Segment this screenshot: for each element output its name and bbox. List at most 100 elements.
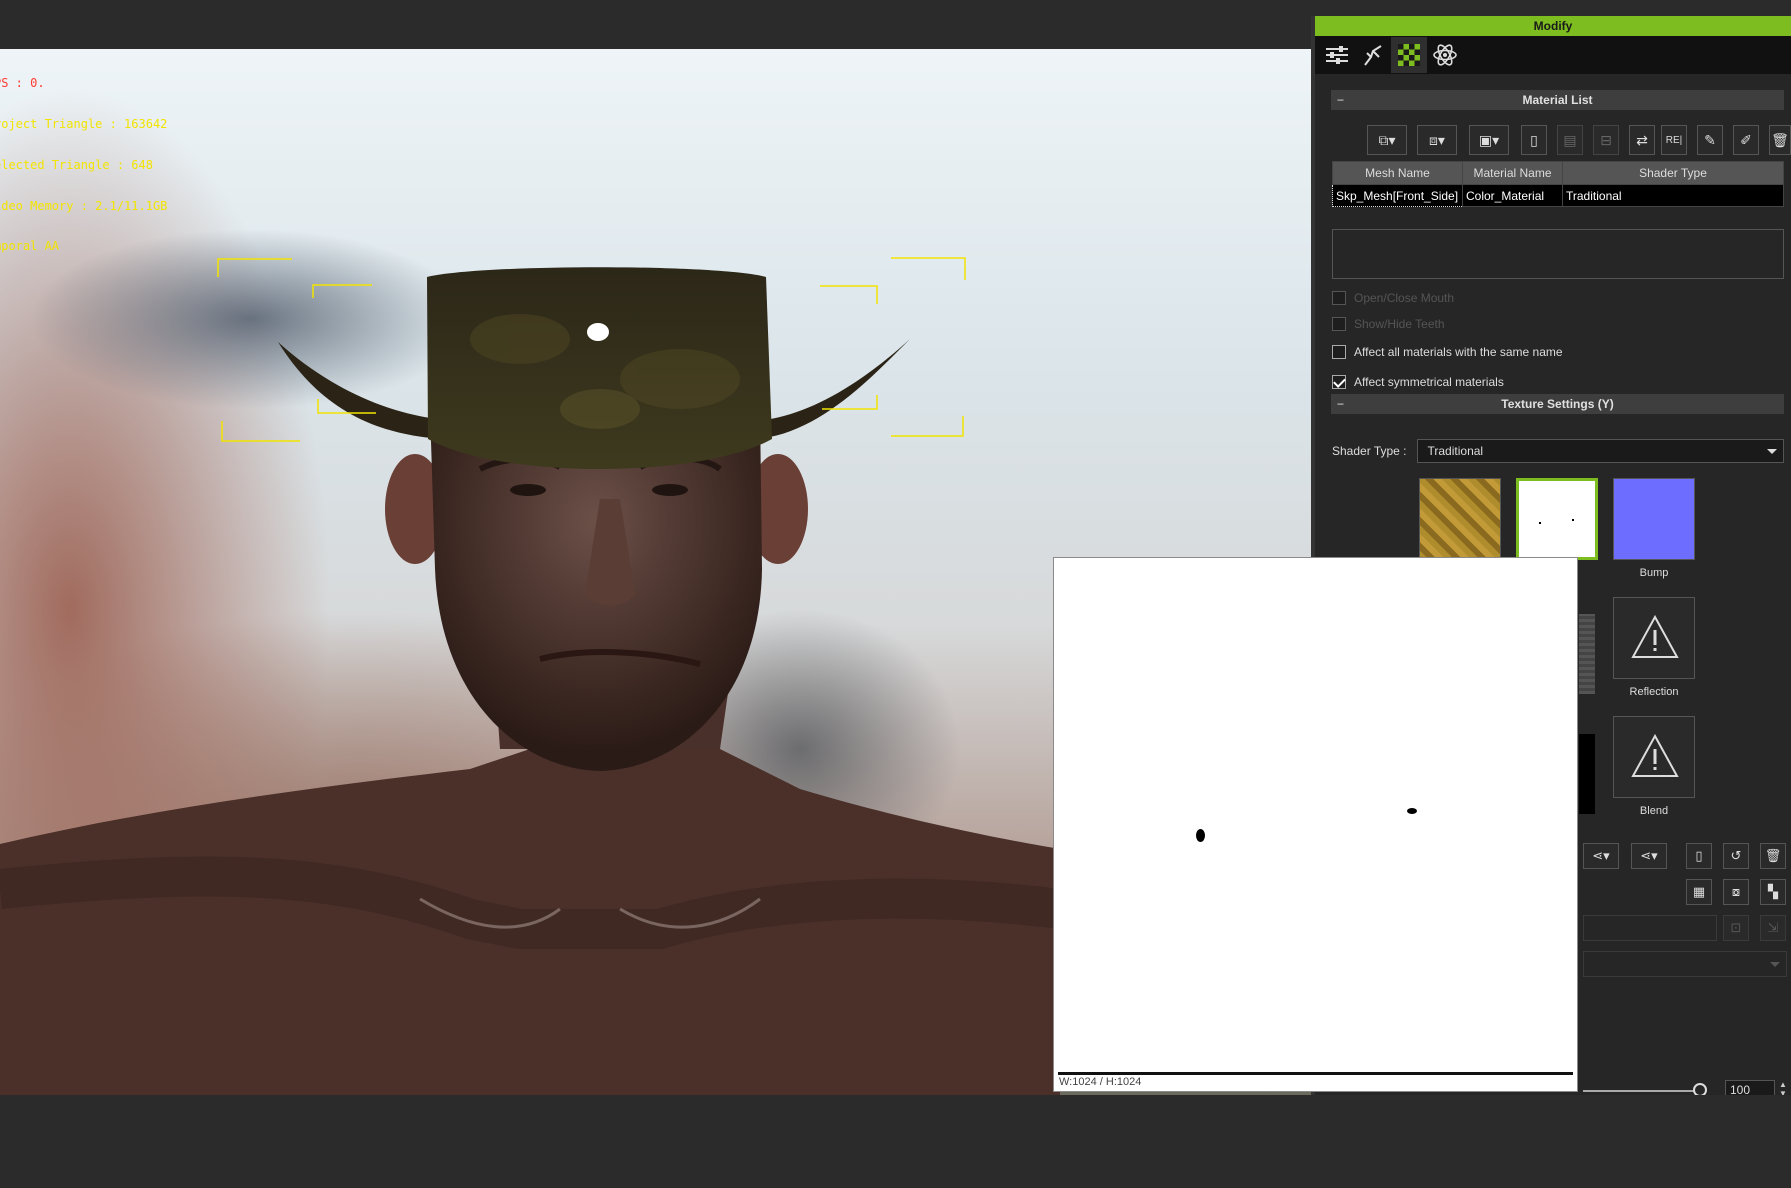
video-memory-readout: ideo Memory : 2.1/11.1GB — [0, 198, 168, 213]
document-icon: ▯ — [1695, 848, 1703, 863]
material-list-header[interactable]: − Material List — [1331, 90, 1784, 110]
blend-texture-slot[interactable] — [1613, 716, 1695, 798]
mesh-name-cell[interactable]: Skp_Mesh[Front_Side] — [1332, 184, 1463, 207]
swap-icon: ⇄ — [1636, 131, 1648, 148]
channel-dropdown[interactable] — [1583, 951, 1787, 977]
glow-slot-edge — [1579, 734, 1595, 814]
material-table-empty-area — [1332, 229, 1784, 279]
affect-same-name-label: Affect all materials with the same name — [1354, 345, 1563, 359]
panel-tab-bar — [1315, 36, 1791, 74]
chevron-down-icon — [1770, 962, 1780, 967]
import-button[interactable]: ⇲ — [1760, 915, 1786, 941]
eyedropper-icon: ✎ — [1704, 131, 1716, 148]
share-icon: ⋖▾ — [1592, 848, 1610, 863]
preview-divider — [1058, 1072, 1573, 1075]
share-dropdown-button[interactable]: ⋖▾ — [1583, 843, 1619, 869]
tab-physics[interactable] — [1427, 37, 1463, 73]
open-close-mouth-option[interactable]: Open/Close Mouth — [1332, 291, 1454, 305]
reload-texture-button[interactable]: ↺ — [1723, 843, 1749, 869]
tab-material[interactable] — [1391, 37, 1427, 73]
launch-dropdown-button[interactable]: ⧉▾ — [1367, 125, 1407, 155]
collapse-icon[interactable]: − — [1337, 90, 1344, 110]
paste-icon: ▤ — [1563, 131, 1577, 148]
column-header-mesh[interactable]: Mesh Name — [1332, 161, 1463, 185]
shader-type-cell[interactable]: Traditional — [1562, 184, 1784, 207]
app-window: PS : 0. roject Triangle : 163642 elected… — [0, 0, 1791, 1188]
viewport-stats: PS : 0. roject Triangle : 163642 elected… — [0, 50, 167, 281]
selected-triangle-readout: elected Triangle : 648 — [0, 157, 153, 172]
folder-icon: ⊡ — [1730, 920, 1742, 935]
checker-button[interactable]: ▚ — [1760, 879, 1786, 905]
table-row[interactable]: Skp_Mesh[Front_Side] Color_Material Trad… — [1332, 184, 1784, 207]
affect-same-name-checkbox[interactable] — [1332, 345, 1346, 359]
split-icon: ⊟ — [1600, 131, 1612, 148]
delete-texture-button[interactable]: 🗑 — [1760, 843, 1786, 869]
trash-icon: 🗑 — [1771, 131, 1789, 148]
document-icon: ▯ — [1530, 131, 1538, 148]
load-dropdown-button[interactable]: ⧈▾ — [1417, 125, 1457, 155]
paint-bucket-icon: ✐ — [1740, 131, 1752, 148]
affect-symmetrical-checkbox[interactable] — [1332, 375, 1346, 389]
share-icon: ⋖▾ — [1640, 848, 1658, 863]
new-doc-button[interactable]: ▯ — [1521, 125, 1547, 155]
eyedropper-button[interactable]: ✎ — [1697, 125, 1723, 155]
texture-preview-canvas — [1058, 562, 1573, 1072]
bottom-bar — [0, 1095, 1791, 1188]
collapse-icon[interactable]: − — [1337, 394, 1344, 414]
fps-readout: PS : 0. — [0, 76, 45, 91]
bump-texture-slot[interactable] — [1613, 478, 1695, 560]
texture-settings-header[interactable]: − Texture Settings (Y) — [1331, 394, 1784, 414]
browse-button[interactable]: ⊡ — [1723, 915, 1749, 941]
panel-title: Modify — [1315, 16, 1791, 36]
opacity-texture-slot[interactable] — [1516, 478, 1598, 560]
bump-slot-label: Bump — [1639, 567, 1669, 579]
tab-motion[interactable] — [1355, 37, 1391, 73]
affect-same-name-option[interactable]: Affect all materials with the same name — [1332, 345, 1563, 359]
reload-icon: ↺ — [1730, 848, 1742, 863]
uv-grid-button[interactable]: ▦ — [1686, 879, 1712, 905]
split-button[interactable]: ⊟ — [1593, 125, 1619, 155]
shader-type-dropdown[interactable]: Traditional — [1416, 439, 1784, 463]
tile-icon: ⧇ — [1731, 884, 1741, 899]
material-checker-icon — [1398, 44, 1420, 66]
column-header-material[interactable]: Material Name — [1462, 161, 1563, 185]
grid-icon: ▦ — [1692, 884, 1706, 899]
rename-icon: RE| — [1665, 134, 1683, 146]
swap-button[interactable]: ⇄ — [1629, 125, 1655, 155]
warning-icon — [1631, 614, 1679, 658]
reflection-texture-slot[interactable] — [1613, 597, 1695, 679]
paint-button[interactable]: ✐ — [1733, 125, 1759, 155]
material-list-title: Material List — [1522, 93, 1593, 107]
save-icon: ▣▾ — [1478, 131, 1500, 148]
affect-symmetrical-label: Affect symmetrical materials — [1354, 375, 1504, 389]
sliders-icon — [1326, 46, 1348, 64]
show-hide-teeth-checkbox[interactable] — [1332, 317, 1346, 331]
paste-button[interactable]: ▤ — [1557, 125, 1583, 155]
show-hide-teeth-label: Show/Hide Teeth — [1354, 317, 1445, 331]
affect-symmetrical-option[interactable]: Affect symmetrical materials — [1332, 375, 1504, 389]
open-close-mouth-checkbox[interactable] — [1332, 291, 1346, 305]
material-name-cell[interactable]: Color_Material — [1462, 184, 1563, 207]
material-table: Mesh Name Material Name Shader Type Skp_… — [1332, 161, 1784, 207]
texture-preview-popup: W:1024 / H:1024 — [1053, 557, 1578, 1092]
checker-icon: ▚ — [1768, 884, 1778, 899]
share2-dropdown-button[interactable]: ⋖▾ — [1631, 843, 1667, 869]
delete-button[interactable]: 🗑 — [1769, 125, 1791, 155]
strength-slider-track[interactable] — [1583, 1090, 1696, 1092]
rename-button[interactable]: RE| — [1661, 125, 1687, 155]
show-hide-teeth-option[interactable]: Show/Hide Teeth — [1332, 317, 1445, 331]
load-icon: ⧈▾ — [1429, 131, 1445, 148]
physics-atom-icon — [1433, 44, 1457, 66]
tab-attributes[interactable] — [1319, 37, 1355, 73]
path-field[interactable] — [1583, 915, 1717, 941]
open-close-mouth-label: Open/Close Mouth — [1354, 291, 1455, 305]
tile-button[interactable]: ⧇ — [1723, 879, 1749, 905]
save-dropdown-button[interactable]: ▣▾ — [1469, 125, 1509, 155]
open-texture-button[interactable]: ▯ — [1686, 843, 1712, 869]
shader-type-row: Shader Type : Traditional — [1332, 439, 1784, 463]
diffuse-texture-slot[interactable] — [1419, 478, 1501, 560]
texture-dimensions: W:1024 / H:1024 — [1059, 1076, 1142, 1088]
shader-type-label: Shader Type : — [1332, 444, 1407, 458]
column-header-shader[interactable]: Shader Type — [1562, 161, 1784, 185]
project-triangle-readout: roject Triangle : 163642 — [0, 116, 168, 131]
